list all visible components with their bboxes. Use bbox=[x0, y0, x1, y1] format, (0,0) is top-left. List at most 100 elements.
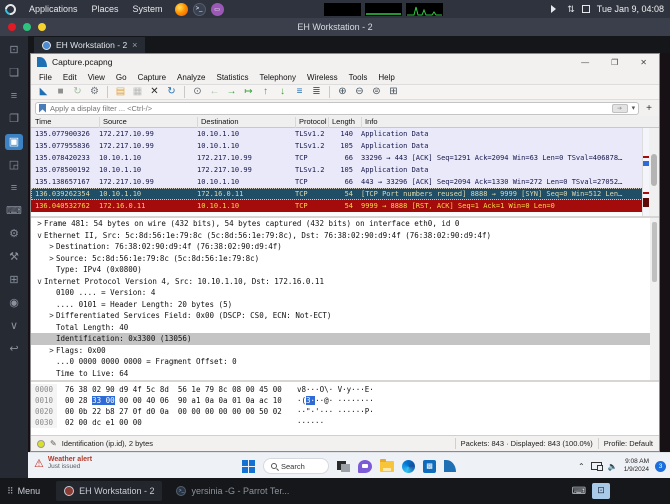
col-destination[interactable]: Destination bbox=[197, 117, 293, 128]
fit-window-icon[interactable]: ▣ bbox=[5, 134, 23, 150]
hex-row[interactable]: 001000 28 33 00 00 00 40 06 90 a1 0a 0a … bbox=[31, 395, 659, 406]
parrot-logo-icon[interactable] bbox=[3, 1, 18, 16]
col-info[interactable]: Info bbox=[361, 117, 641, 128]
colorize-icon[interactable]: ≣ bbox=[310, 85, 323, 99]
network-icon[interactable]: ⇅ bbox=[567, 4, 575, 15]
notification-badge[interactable]: 3 bbox=[655, 461, 666, 472]
expander-icon[interactable]: > bbox=[35, 218, 44, 230]
start-button[interactable] bbox=[242, 460, 255, 473]
camera-icon[interactable]: ◉ bbox=[5, 295, 23, 311]
expert-info-icon[interactable] bbox=[37, 440, 45, 448]
detail-line[interactable]: Time to Live: 64 bbox=[31, 368, 659, 380]
col-protocol[interactable]: Protocol bbox=[295, 117, 328, 128]
menu-view[interactable]: View bbox=[88, 73, 105, 82]
add-filter-button[interactable]: + bbox=[643, 103, 655, 114]
packet-row[interactable]: 136.03926235410.10.1.10172.16.0.11TCP54[… bbox=[31, 188, 643, 200]
hex-row[interactable]: 000076 38 02 90 d9 4f 5c 8d 56 1e 79 8c … bbox=[31, 384, 659, 395]
expander-icon[interactable]: v bbox=[35, 230, 44, 242]
go-top-icon[interactable]: ↑ bbox=[259, 85, 272, 99]
autoscroll-icon[interactable]: ≡ bbox=[293, 85, 306, 99]
close-button[interactable]: ✕ bbox=[640, 58, 647, 67]
hex-row[interactable]: 002000 0b 22 b8 27 0f d0 0a 00 00 00 00 … bbox=[31, 406, 659, 417]
details-scrollbar[interactable] bbox=[650, 218, 659, 380]
firefox-icon[interactable] bbox=[175, 3, 188, 16]
stop-capture-icon[interactable]: ■ bbox=[54, 85, 67, 99]
detail-line[interactable]: Type: IPv4 (0x0800) bbox=[31, 264, 659, 276]
detail-line[interactable]: >Destination: 76:38:02:90:d9:4f (76:38:0… bbox=[31, 241, 659, 253]
detail-line[interactable]: >Source: 5c:8d:56:1e:79:8c (5c:8d:56:1e:… bbox=[31, 253, 659, 265]
capture-target-icon[interactable]: ⊡ bbox=[5, 42, 23, 58]
task-view-button[interactable] bbox=[337, 461, 350, 472]
zoom-out-icon[interactable]: ⊖ bbox=[353, 85, 366, 99]
packet-row[interactable]: 135.07850019210.10.1.10172.217.10.99TLSv… bbox=[31, 164, 643, 176]
detail-line[interactable]: Total Length: 40 bbox=[31, 322, 659, 334]
weather-widget[interactable]: ⚠ Weather alert Just issued bbox=[34, 456, 92, 470]
detail-line[interactable]: .... 0101 = Header Length: 20 bytes (5) bbox=[31, 299, 659, 311]
menu-help[interactable]: Help bbox=[378, 73, 394, 82]
task-yersinia-terminal[interactable]: >_ yersinia -G - Parrot Ter... bbox=[168, 481, 297, 501]
col-length[interactable]: Length bbox=[328, 117, 353, 128]
notes-icon[interactable]: ▭ bbox=[211, 3, 224, 16]
file-explorer-icon[interactable] bbox=[380, 461, 394, 472]
bookmark-icon[interactable] bbox=[39, 104, 46, 113]
expander-icon[interactable]: > bbox=[47, 253, 56, 265]
edge-browser-icon[interactable] bbox=[402, 460, 415, 473]
parrot-menu-button[interactable]: ⠿ Menu bbox=[0, 486, 50, 497]
zoom-in-icon[interactable]: ⊕ bbox=[336, 85, 349, 99]
menu-statistics[interactable]: Statistics bbox=[217, 73, 249, 82]
detail-line[interactable]: >Frame 481: 54 bytes on wire (432 bits),… bbox=[31, 218, 659, 230]
minimize-button[interactable]: — bbox=[581, 58, 589, 67]
detail-line[interactable]: vEthernet II, Src: 5c:8d:56:1e:79:8c (5c… bbox=[31, 230, 659, 242]
start-capture-icon[interactable]: ◣ bbox=[37, 85, 50, 99]
detail-line[interactable]: >Flags: 0x00 bbox=[31, 345, 659, 357]
find-packet-icon[interactable]: ⊙ bbox=[191, 85, 204, 99]
parrot-clock[interactable]: Tue Jan 9, 04:08 bbox=[597, 4, 664, 14]
chevron-down-icon[interactable]: ∨ bbox=[5, 318, 23, 334]
menu-wireless[interactable]: Wireless bbox=[307, 73, 338, 82]
speaker-muted-icon[interactable]: 🔈 bbox=[608, 462, 618, 471]
clone-window-icon[interactable]: ⊞ bbox=[5, 272, 23, 288]
tray-overflow-icon[interactable]: ⌃ bbox=[578, 462, 585, 471]
resize-icon[interactable]: ◲ bbox=[5, 157, 23, 173]
teams-chat-icon[interactable] bbox=[358, 460, 372, 473]
menu-analyze[interactable]: Analyze bbox=[177, 73, 205, 82]
cast-icon[interactable] bbox=[591, 462, 602, 470]
window-panel-icon[interactable]: ❐ bbox=[5, 111, 23, 127]
expander-icon[interactable]: > bbox=[47, 241, 56, 253]
tray-clock[interactable]: 9:08 AM 1/9/2024 bbox=[624, 458, 649, 474]
volume-icon[interactable] bbox=[551, 5, 560, 13]
wireshark-taskbar-icon[interactable] bbox=[444, 460, 456, 472]
resize-columns-icon[interactable]: ⊞ bbox=[387, 85, 400, 99]
wireshark-titlebar[interactable]: Capture.pcapng — ❐ ✕ bbox=[31, 54, 659, 70]
menu-telephony[interactable]: Telephony bbox=[260, 73, 296, 82]
filter-dropdown-icon[interactable]: ▾ bbox=[632, 104, 636, 112]
col-source[interactable]: Source bbox=[99, 117, 195, 128]
go-back-icon[interactable]: ← bbox=[208, 85, 221, 99]
restart-capture-icon[interactable]: ↻ bbox=[71, 85, 84, 99]
menu-system[interactable]: System bbox=[126, 4, 170, 14]
intelligent-scrollbar[interactable] bbox=[642, 128, 649, 216]
hex-row[interactable]: 003002 00 dc e1 00 00······ bbox=[31, 417, 659, 428]
menu-go[interactable]: Go bbox=[116, 73, 127, 82]
go-bottom-icon[interactable]: ↓ bbox=[276, 85, 289, 99]
restore-button[interactable]: ❐ bbox=[611, 58, 618, 67]
menu-capture[interactable]: Capture bbox=[138, 73, 166, 82]
capture-options-icon[interactable]: ⚙ bbox=[88, 85, 101, 99]
col-time[interactable]: Time bbox=[32, 117, 94, 128]
keyboard-tray-icon[interactable]: ⌨ bbox=[572, 486, 586, 497]
status-profile[interactable]: Profile: Default bbox=[604, 439, 653, 448]
detail-line[interactable]: >Differentiated Services Field: 0x00 (DS… bbox=[31, 310, 659, 322]
menu-tools[interactable]: Tools bbox=[349, 73, 368, 82]
packet-row[interactable]: 135.07842023310.10.1.10172.217.10.99TCP6… bbox=[31, 152, 643, 164]
menu-edit[interactable]: Edit bbox=[63, 73, 77, 82]
packet-row[interactable]: 135.138657167172.217.10.9910.10.1.10TCP6… bbox=[31, 176, 643, 188]
detail-line[interactable]: vInternet Protocol Version 4, Src: 10.10… bbox=[31, 276, 659, 288]
menu-applications[interactable]: Applications bbox=[22, 4, 85, 14]
fullscreen-icon[interactable]: ❏ bbox=[5, 65, 23, 81]
menu-file[interactable]: File bbox=[39, 73, 52, 82]
zoom-reset-icon[interactable]: ⊜ bbox=[370, 85, 383, 99]
list-icon[interactable]: ≡ bbox=[5, 180, 23, 196]
save-file-icon[interactable]: ▦ bbox=[131, 85, 144, 99]
go-to-packet-icon[interactable]: ↦ bbox=[242, 85, 255, 99]
expander-icon[interactable]: > bbox=[47, 310, 56, 322]
